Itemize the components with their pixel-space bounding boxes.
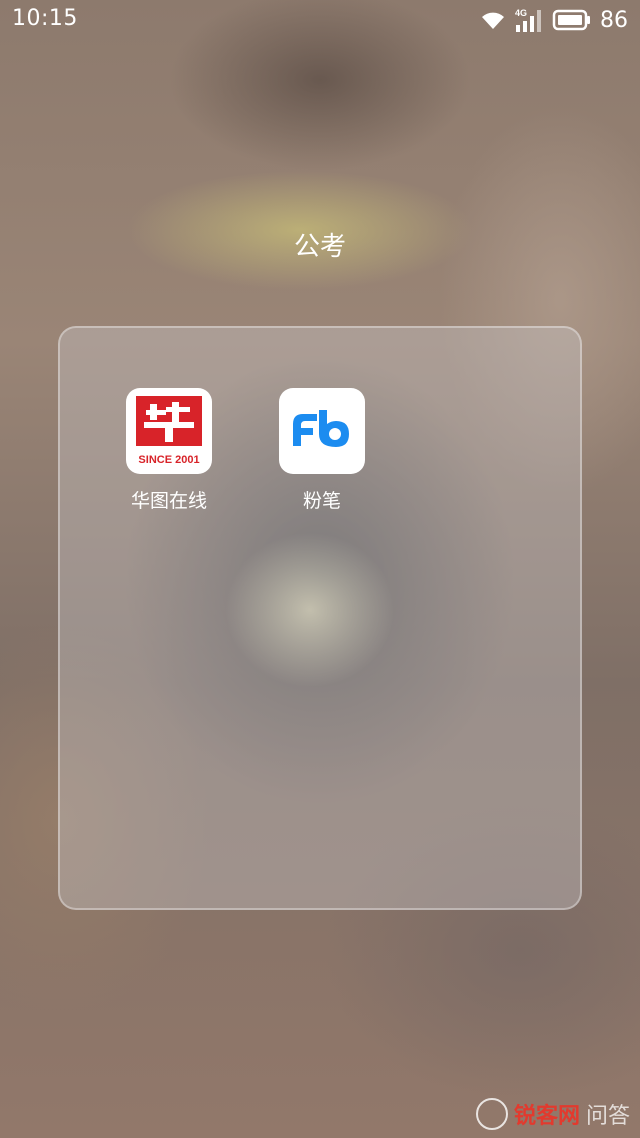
cellular-signal-icon: 4G (514, 7, 544, 33)
huatu-since-text: SINCE 2001 (138, 454, 200, 466)
battery-icon (552, 9, 592, 31)
watermark-brand: 锐客网 (513, 1104, 580, 1129)
status-time: 10:15 (12, 6, 78, 31)
battery-percent: 86 (600, 7, 628, 33)
app-fenbi[interactable]: 粉笔 (262, 388, 382, 513)
huatu-app-icon[interactable]: SINCE 2001 (126, 388, 212, 474)
watermark-logo-icon (475, 1098, 508, 1130)
app-label-fenbi: 粉笔 (302, 490, 341, 512)
app-label-huatu: 华图在线 (130, 490, 207, 512)
svg-text:4G: 4G (515, 8, 527, 18)
watermark-extra: 问答 (585, 1104, 630, 1129)
huatu-logo-mark (136, 396, 202, 446)
app-huatu[interactable]: SINCE 2001 华图在线 (109, 388, 229, 513)
folder-panel: SINCE 2001 华图在线 粉笔 (58, 326, 582, 910)
fenbi-app-icon[interactable] (279, 388, 365, 474)
folder-title[interactable]: 公考 (0, 226, 640, 263)
status-icons: 4G 86 (480, 6, 628, 34)
status-bar: 10:15 4G 86 (0, 0, 640, 42)
watermark: 锐客网 问答 (475, 1098, 630, 1130)
wifi-icon (480, 9, 506, 31)
